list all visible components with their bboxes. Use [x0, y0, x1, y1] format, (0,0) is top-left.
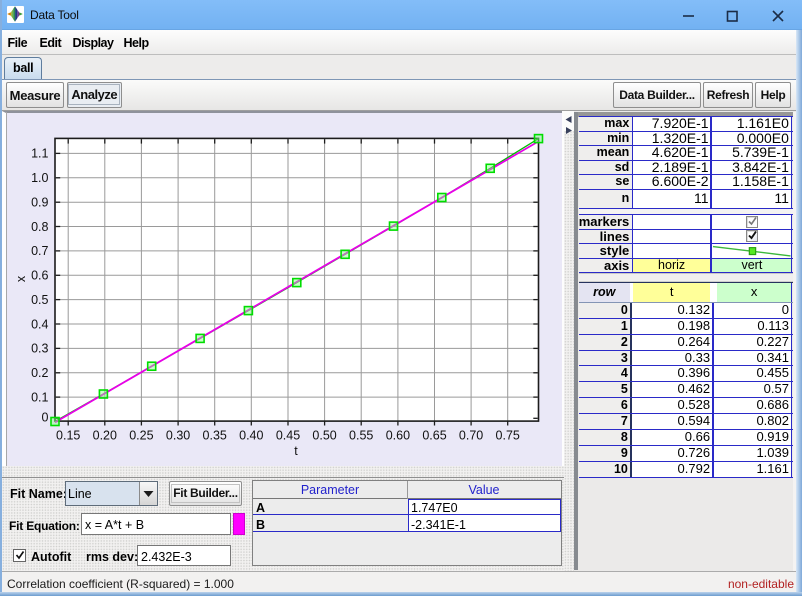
svg-text:0.25: 0.25: [129, 429, 153, 443]
svg-text:0.75: 0.75: [496, 429, 520, 443]
svg-text:0.70: 0.70: [459, 429, 483, 443]
svg-text:0.2: 0.2: [31, 366, 48, 380]
svg-text:0.8: 0.8: [31, 220, 48, 234]
svg-text:0.9: 0.9: [31, 196, 48, 210]
svg-text:0.40: 0.40: [239, 429, 263, 443]
svg-text:0.1: 0.1: [31, 390, 48, 404]
svg-text:0.4: 0.4: [31, 317, 48, 331]
svg-text:0.6: 0.6: [31, 269, 48, 283]
svg-text:0.7: 0.7: [31, 244, 48, 258]
svg-text:0.20: 0.20: [93, 429, 117, 443]
svg-text:0.35: 0.35: [203, 429, 227, 443]
svg-text:x: x: [14, 275, 28, 282]
svg-text:1.1: 1.1: [31, 147, 48, 161]
svg-text:0.5: 0.5: [31, 293, 48, 307]
svg-text:0.55: 0.55: [349, 429, 373, 443]
svg-text:0.65: 0.65: [422, 429, 446, 443]
svg-text:t: t: [294, 444, 298, 458]
svg-text:0.3: 0.3: [31, 342, 48, 356]
svg-text:0.45: 0.45: [276, 429, 300, 443]
svg-text:0: 0: [42, 410, 49, 424]
svg-text:0.15: 0.15: [56, 429, 80, 443]
svg-text:1.0: 1.0: [31, 171, 48, 185]
svg-text:0.50: 0.50: [312, 429, 336, 443]
svg-text:0.30: 0.30: [166, 429, 190, 443]
svg-text:0.60: 0.60: [386, 429, 410, 443]
